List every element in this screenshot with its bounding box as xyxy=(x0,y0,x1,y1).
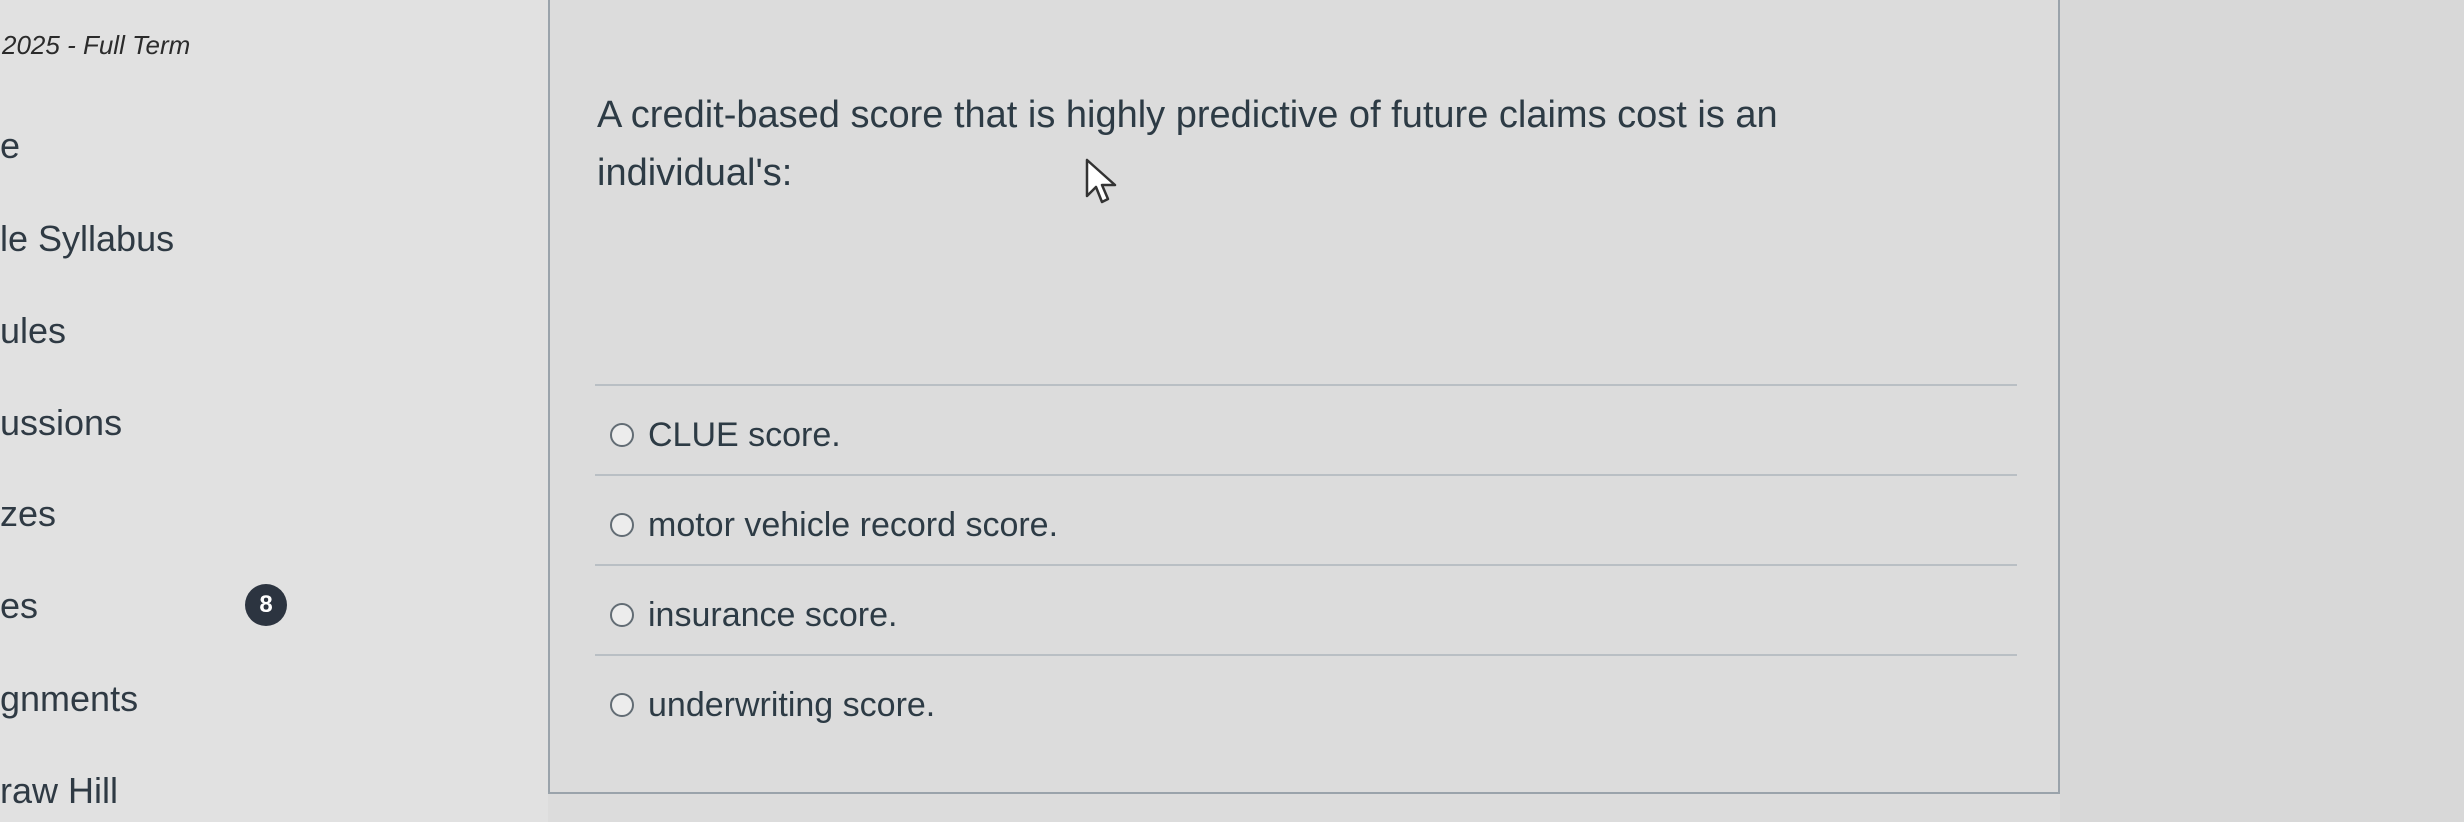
radio-button[interactable] xyxy=(610,693,634,717)
mouse-pointer-icon xyxy=(1085,158,1117,204)
answer-divider xyxy=(595,474,2017,476)
right-margin xyxy=(2060,0,2464,822)
radio-button[interactable] xyxy=(610,603,634,627)
quiz-question-card: A credit-based score that is highly pred… xyxy=(548,0,2060,794)
sidebar-item-home[interactable]: e xyxy=(0,125,20,167)
answer-option-motor-vehicle[interactable]: motor vehicle record score. xyxy=(610,500,1058,550)
answer-option-insurance[interactable]: insurance score. xyxy=(610,590,897,640)
answer-divider xyxy=(595,564,2017,566)
course-sidebar: 2025 - Full Term e le Syllabus ules ussi… xyxy=(0,0,548,822)
answer-divider xyxy=(595,654,2017,656)
grades-count-badge: 8 xyxy=(245,584,287,626)
sidebar-item-assignments[interactable]: gnments xyxy=(0,678,138,720)
sidebar-item-syllabus[interactable]: le Syllabus xyxy=(0,218,174,260)
answer-label: underwriting score. xyxy=(648,685,936,724)
answer-option-underwriting[interactable]: underwriting score. xyxy=(610,680,935,730)
answer-label: CLUE score. xyxy=(648,415,841,454)
question-text: A credit-based score that is highly pred… xyxy=(597,94,1778,194)
answers-divider-top xyxy=(595,384,2017,386)
term-label: 2025 - Full Term xyxy=(2,30,191,60)
sidebar-item-discussions[interactable]: ussions xyxy=(0,402,122,444)
radio-button[interactable] xyxy=(610,423,634,447)
sidebar-item-modules[interactable]: ules xyxy=(0,310,66,352)
answer-label: motor vehicle record score. xyxy=(648,505,1059,544)
sidebar-item-quizzes[interactable]: zes xyxy=(0,493,56,535)
answer-option-clue[interactable]: CLUE score. xyxy=(610,410,841,460)
sidebar-item-mcgraw-hill[interactable]: raw Hill xyxy=(0,770,118,812)
answer-label: insurance score. xyxy=(648,595,898,634)
sidebar-item-grades[interactable]: es xyxy=(0,585,38,627)
radio-button[interactable] xyxy=(610,513,634,537)
